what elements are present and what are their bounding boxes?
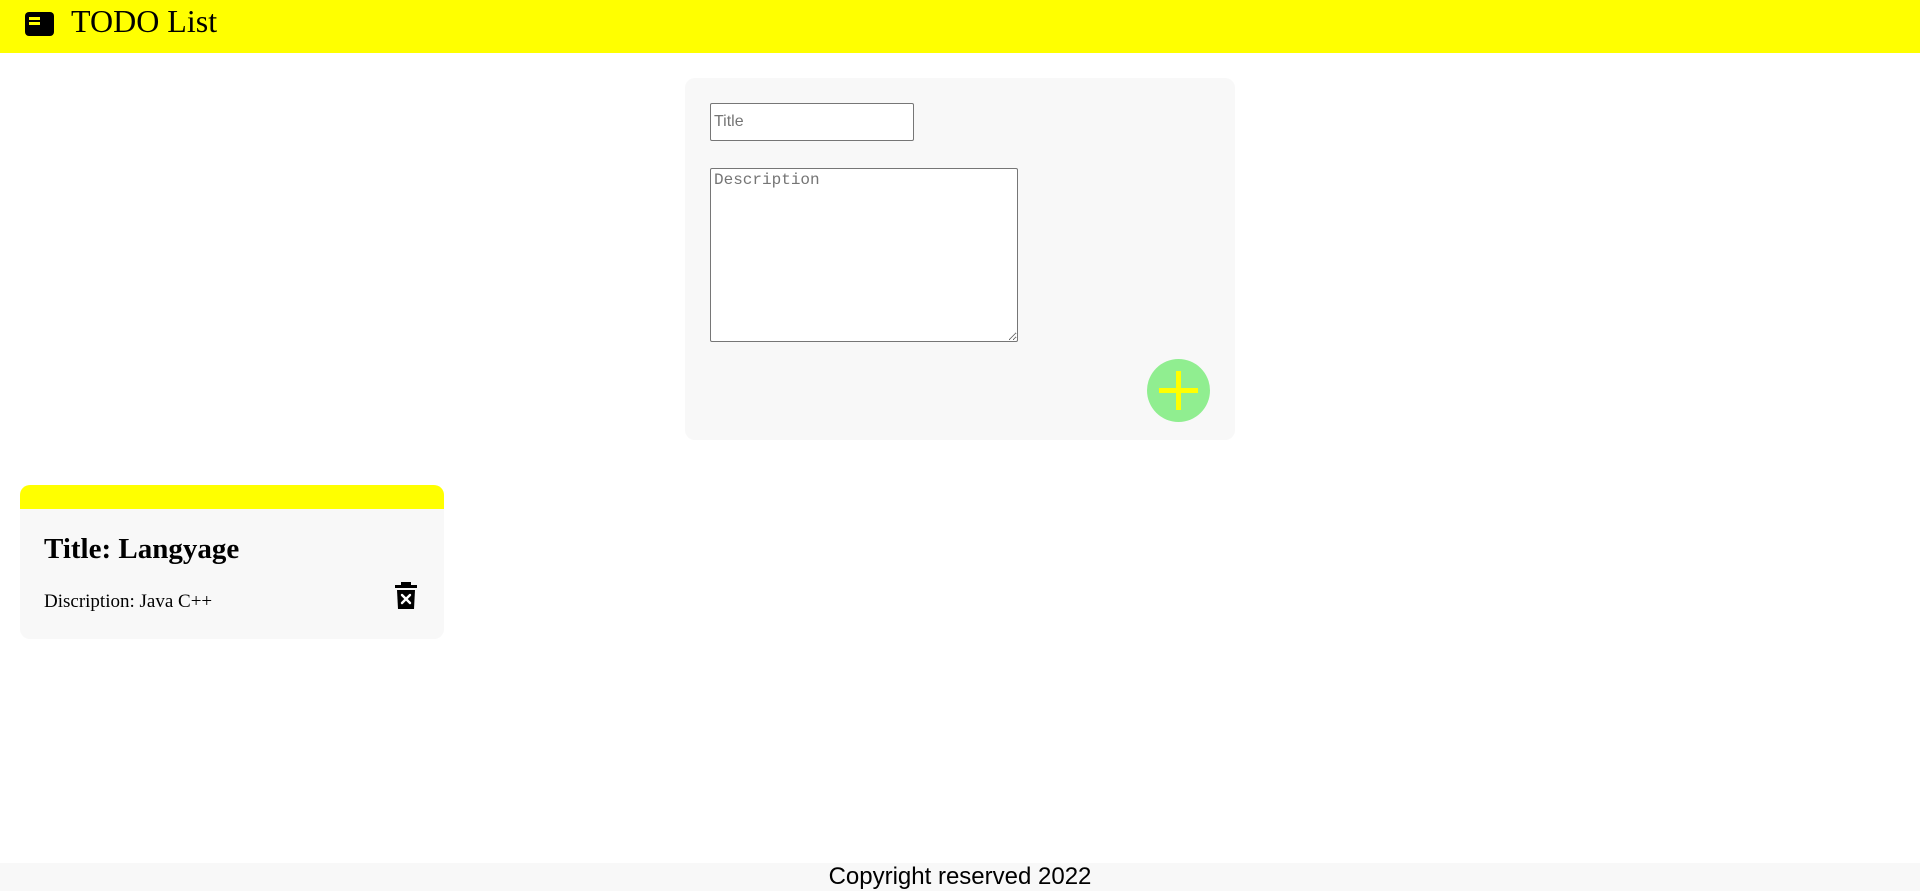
app-header: TODO List	[0, 0, 1920, 53]
todo-item-title: Title: Langyage	[44, 533, 240, 565]
todo-item-description: Discription: Java C++	[44, 591, 213, 612]
todo-item: Title: Langyage Discription: Java C++	[20, 485, 444, 639]
note-icon	[25, 12, 54, 36]
trash-icon[interactable]	[393, 582, 419, 610]
description-textarea[interactable]	[710, 168, 1018, 342]
plus-icon	[1159, 371, 1198, 410]
app-title: TODO List	[71, 3, 218, 39]
todo-form	[685, 78, 1235, 440]
todo-item-header-bar	[20, 485, 444, 509]
copyright-text: Copyright reserved 2022	[828, 863, 1092, 890]
title-input[interactable]	[710, 103, 914, 141]
page-footer: Copyright reserved 2022	[0, 863, 1920, 891]
add-todo-button[interactable]	[1147, 359, 1210, 422]
